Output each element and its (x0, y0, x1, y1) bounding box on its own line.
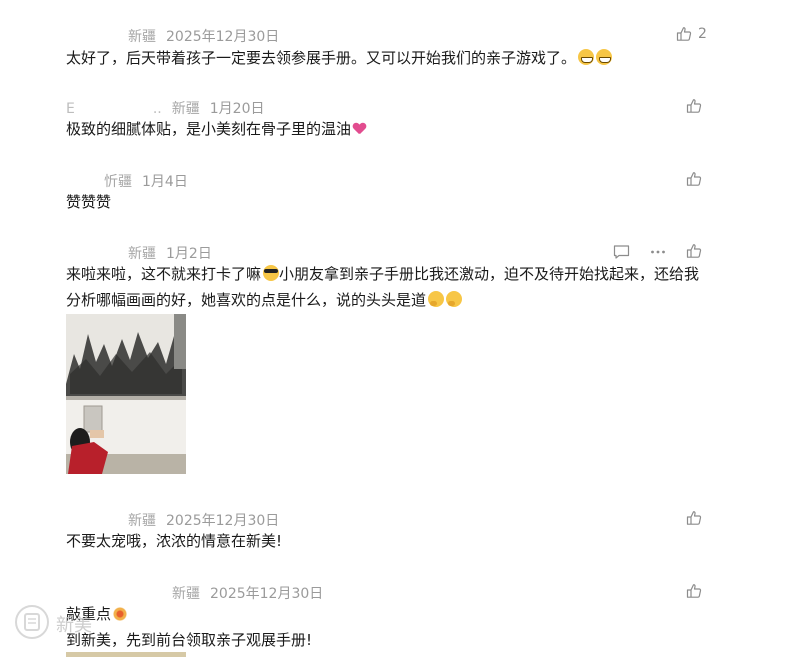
comment-author[interactable]: 新疆 (172, 586, 200, 602)
firecracker-emoji-icon (113, 607, 128, 621)
like-button[interactable] (686, 581, 702, 601)
comment-date: 1月20日 (209, 101, 265, 117)
comment-author[interactable]: 新疆 (128, 246, 156, 262)
thumbs-up-icon (686, 510, 702, 526)
comment-meta: 新疆 2025年12月30日 (172, 583, 323, 603)
more-dots-icon (650, 244, 666, 260)
comment-meta: 忻疆 1月4日 (104, 171, 188, 191)
heart-emoji-icon (353, 123, 366, 135)
comment-text-line: 分析哪幅画画的好，她喜欢的点是什么，说的头头是道 (66, 287, 716, 313)
watermark-text: 新美 (56, 615, 92, 636)
comment-text-content: 极致的细腻体贴，是小美刻在骨子里的温油 (66, 120, 352, 138)
like-button[interactable] (686, 241, 702, 261)
like-button[interactable]: 2 (676, 24, 707, 44)
comment-date: 2025年12月30日 (210, 586, 324, 602)
comment-meta: E.. 新疆 1月20日 (66, 98, 265, 118)
like-button[interactable] (686, 508, 702, 528)
comment-text-line: 到新美，先到前台领取亲子观展手册! (66, 631, 313, 649)
comment-text: 赞赞赞 (66, 193, 112, 211)
comment-text-content: 分析哪幅画画的好，她喜欢的点是什么，说的头头是道 (66, 291, 427, 309)
photo-painting-graphic (66, 314, 186, 474)
more-button[interactable] (650, 242, 666, 262)
comment-meta: 新疆 1月2日 (128, 243, 212, 263)
sunglasses-emoji-icon (263, 265, 280, 281)
comment-meta: 新疆 2025年12月30日 (128, 510, 279, 530)
thumbs-up-icon (686, 583, 702, 599)
comment-author-ellipsis: .. (152, 101, 162, 117)
comment-text: 来啦来啦，这不就来打卡了嘛 小朋友拿到亲子手册比我还激动，迫不及待开始找起来，还给… (66, 261, 716, 313)
comment-text-content: 小朋友拿到亲子手册比我还激动，迫不及待开始找起来，还给我 (279, 265, 700, 283)
grin-emoji-icon (596, 49, 613, 65)
comment-text-content: 太好了，后天带着孩子一定要去领参展手册。又可以开始我们的亲子游戏了。 (66, 49, 577, 67)
reply-button[interactable] (613, 242, 630, 262)
comment-meta: 新疆 2025年12月30日 (128, 26, 279, 46)
comment-text-content: 来啦来啦，这不就来打卡了嘛 (66, 265, 262, 283)
comment-text-line: 来啦来啦，这不就来打卡了嘛 小朋友拿到亲子手册比我还激动，迫不及待开始找起来，还给… (66, 261, 716, 287)
watermark-logo-icon (14, 604, 50, 644)
comment-author[interactable]: 新疆 (172, 101, 200, 117)
comment-date: 2025年12月30日 (166, 29, 280, 45)
comment-author[interactable]: 新疆 (128, 29, 156, 45)
comment-text-line: 敲重点 (66, 601, 706, 627)
comment-text: 极致的细腻体贴，是小美刻在骨子里的温油 (66, 116, 706, 142)
comment-text: 不要太宠哦，浓浓的情意在新美! (66, 532, 283, 550)
thinking-emoji-icon (428, 291, 445, 307)
comment-image[interactable] (66, 314, 186, 474)
comment-text: 敲重点 到新美，先到前台领取亲子观展手册! (66, 601, 706, 653)
watermark: 新美 (14, 604, 92, 644)
thinking-emoji-icon (446, 291, 463, 307)
like-button[interactable] (686, 96, 702, 116)
thumbs-up-icon (676, 26, 692, 42)
comment-text: 太好了，后天带着孩子一定要去领参展手册。又可以开始我们的亲子游戏了。 (66, 45, 706, 71)
comment-author[interactable]: 忻疆 (104, 174, 132, 190)
comment-image[interactable] (66, 652, 186, 657)
like-count: 2 (698, 26, 707, 42)
comment-date: 2025年12月30日 (166, 513, 280, 529)
comment-bubble-icon (613, 244, 630, 260)
thumbs-up-icon (686, 171, 702, 187)
comment-author[interactable]: 新疆 (128, 513, 156, 529)
grin-emoji-icon (578, 49, 595, 65)
thumbs-up-icon (686, 243, 702, 259)
thumbs-up-icon (686, 98, 702, 114)
comment-date: 1月4日 (142, 174, 188, 190)
comment-author-fragment: E (66, 101, 75, 117)
comment-date: 1月2日 (166, 246, 212, 262)
like-button[interactable] (686, 169, 702, 189)
